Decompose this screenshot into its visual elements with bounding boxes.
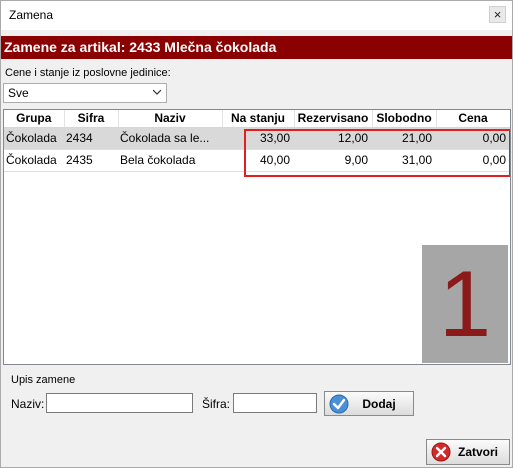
cell-cena: 0,00: [436, 149, 510, 172]
zamena-dialog: Zamena × Zamene za artikal: 2433 Mlečna …: [0, 0, 513, 468]
naziv-label: Naziv:: [11, 397, 45, 411]
sifra-label: Šifra:: [202, 397, 231, 411]
close-circle-icon: [431, 442, 451, 462]
close-button[interactable]: Zatvori: [426, 439, 510, 465]
checkmark-icon: [329, 394, 349, 413]
cell-rezervisano: 9,00: [294, 149, 372, 172]
filter-label: Cene i stanje iz poslovne jedinice:: [5, 67, 171, 79]
title-bar: Zamena ×: [1, 1, 512, 30]
grid-header-row: Grupa Sifra Naziv Na stanju Rezervisano …: [4, 110, 510, 128]
annotation-badge: 1: [422, 245, 508, 363]
header-title: Zamene za artikal: 2433 Mlečna čokolada: [1, 36, 512, 59]
column-header-slobodno[interactable]: Slobodno: [372, 110, 437, 128]
table-row[interactable]: Čokolada 2435 Bela čokolada 40,00 9,00 3…: [4, 149, 510, 172]
cell-naziv: Bela čokolada: [118, 149, 222, 172]
add-button-label: Dodaj: [362, 396, 396, 411]
cell-grupa: Čokolada: [4, 127, 64, 150]
cell-na-stanju: 40,00: [222, 149, 294, 172]
column-header-grupa[interactable]: Grupa: [4, 110, 65, 128]
chevron-down-icon: [153, 89, 161, 95]
sifra-input[interactable]: [233, 393, 317, 413]
column-header-naziv[interactable]: Naziv: [118, 110, 223, 128]
naziv-input[interactable]: [46, 393, 193, 413]
business-unit-select-value: Sve: [8, 86, 29, 100]
table-row[interactable]: Čokolada 2434 Čokolada sa le... 33,00 12…: [4, 127, 510, 150]
close-button-label: Zatvori: [457, 445, 498, 459]
cell-sifra: 2434: [64, 127, 118, 150]
column-header-sifra[interactable]: Sifra: [64, 110, 119, 128]
window-title: Zamena: [9, 8, 54, 22]
column-header-rezervisano[interactable]: Rezervisano: [294, 110, 373, 128]
cell-rezervisano: 12,00: [294, 127, 372, 150]
cell-grupa: Čokolada: [4, 149, 64, 172]
cell-slobodno: 31,00: [372, 149, 436, 172]
cell-sifra: 2435: [64, 149, 118, 172]
cell-naziv: Čokolada sa le...: [118, 127, 222, 150]
column-header-na-stanju[interactable]: Na stanju: [222, 110, 295, 128]
cell-slobodno: 21,00: [372, 127, 436, 150]
window-close-button[interactable]: ×: [489, 6, 506, 23]
column-header-cena[interactable]: Cena: [436, 110, 510, 128]
cell-cena: 0,00: [436, 127, 510, 150]
entry-section-label: Upis zamene: [11, 374, 76, 386]
cell-na-stanju: 33,00: [222, 127, 294, 150]
add-button[interactable]: Dodaj: [324, 391, 414, 416]
business-unit-select[interactable]: Sve: [3, 83, 167, 103]
